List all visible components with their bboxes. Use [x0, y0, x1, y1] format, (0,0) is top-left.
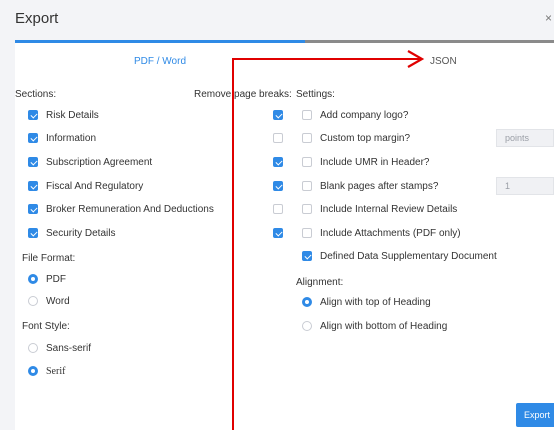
radio-label: Word	[46, 295, 70, 307]
setting-internal-review[interactable]: Include Internal Review Details	[302, 200, 457, 218]
remove-break-checkbox-risk-details[interactable]	[273, 110, 283, 120]
section-label: Subscription Agreement	[46, 156, 153, 168]
radio-button[interactable]	[28, 296, 38, 306]
setting-blank-pages[interactable]: Blank pages after stamps?	[302, 177, 438, 195]
tab-json-label: JSON	[430, 56, 457, 67]
alignment-option-bottom[interactable]: Align with bottom of Heading	[302, 317, 447, 335]
setting-include-umr[interactable]: Include UMR in Header?	[302, 153, 430, 171]
radio-label: Align with bottom of Heading	[320, 320, 448, 332]
dialog-title: Export	[15, 10, 59, 27]
section-security-details[interactable]: Security Details	[28, 224, 115, 242]
setting-label: Custom top margin?	[320, 132, 411, 144]
remove-break-checkbox-security-details[interactable]	[273, 228, 283, 238]
setting-label: Add company logo?	[320, 109, 409, 121]
section-checkbox[interactable]	[28, 133, 38, 143]
font-style-option-serif[interactable]: Serif	[28, 362, 65, 380]
radio-button[interactable]	[28, 366, 38, 376]
file-format-option-pdf[interactable]: PDF	[28, 270, 66, 288]
radio-label: Align with top of Heading	[320, 296, 431, 308]
section-checkbox[interactable]	[28, 181, 38, 191]
section-checkbox[interactable]	[28, 228, 38, 238]
export-button[interactable]: Export	[516, 403, 554, 427]
section-checkbox[interactable]	[28, 110, 38, 120]
remove-page-breaks-heading: Remove page breaks:	[194, 89, 292, 100]
radio-label: Serif	[46, 365, 66, 377]
setting-include-attachments[interactable]: Include Attachments (PDF only)	[302, 224, 461, 242]
setting-checkbox[interactable]	[302, 110, 312, 120]
section-checkbox[interactable]	[28, 157, 38, 167]
remove-break-checkbox-broker-remuneration[interactable]	[273, 204, 283, 214]
tab-pdf-word[interactable]: PDF / Word	[15, 40, 305, 82]
setting-add-company-logo[interactable]: Add company logo?	[302, 106, 408, 124]
radio-button[interactable]	[302, 297, 312, 307]
blank-pages-input[interactable]: 1	[496, 177, 554, 195]
section-risk-details[interactable]: Risk Details	[28, 106, 99, 124]
section-label: Fiscal And Regulatory	[46, 180, 144, 192]
file-format-heading: File Format:	[22, 253, 76, 264]
font-style-heading: Font Style:	[22, 321, 70, 332]
remove-break-checkbox-information[interactable]	[273, 133, 283, 143]
radio-button[interactable]	[28, 274, 38, 284]
section-fiscal-and-regulatory[interactable]: Fiscal And Regulatory	[28, 177, 143, 195]
section-label: Information	[46, 132, 97, 144]
section-subscription-agreement[interactable]: Subscription Agreement	[28, 153, 152, 171]
file-format-option-word[interactable]: Word	[28, 292, 70, 310]
setting-label: Blank pages after stamps?	[320, 180, 439, 192]
setting-checkbox[interactable]	[302, 133, 312, 143]
section-checkbox[interactable]	[28, 204, 38, 214]
setting-label: Include UMR in Header?	[320, 156, 430, 168]
settings-heading: Settings:	[296, 89, 335, 100]
setting-custom-top-margin[interactable]: Custom top margin?	[302, 129, 410, 147]
section-label: Risk Details	[46, 109, 99, 121]
radio-button[interactable]	[302, 321, 312, 331]
setting-checkbox[interactable]	[302, 181, 312, 191]
alignment-option-top[interactable]: Align with top of Heading	[302, 293, 431, 311]
setting-label: Include Attachments (PDF only)	[320, 227, 461, 239]
remove-break-checkbox-fiscal-and-regulatory[interactable]	[273, 181, 283, 191]
tab-json[interactable]: JSON	[305, 40, 554, 82]
radio-label: Sans-serif	[46, 342, 92, 354]
section-label: Security Details	[46, 227, 116, 239]
section-label: Broker Remuneration And Deductions	[46, 203, 214, 215]
radio-label: PDF	[46, 273, 66, 285]
close-icon[interactable]: ×	[545, 11, 552, 25]
dialog-header: Export ×	[0, 0, 554, 40]
setting-checkbox[interactable]	[302, 251, 312, 261]
setting-defined-data-supplementary[interactable]: Defined Data Supplementary Document	[302, 247, 497, 265]
setting-checkbox[interactable]	[302, 204, 312, 214]
section-broker-remuneration[interactable]: Broker Remuneration And Deductions	[28, 200, 214, 218]
setting-label: Include Internal Review Details	[320, 203, 458, 215]
tab-bar: PDF / Word JSON	[15, 40, 554, 82]
radio-button[interactable]	[28, 343, 38, 353]
remove-break-checkbox-subscription-agreement[interactable]	[273, 157, 283, 167]
sections-heading: Sections:	[15, 89, 57, 100]
section-information[interactable]: Information	[28, 129, 96, 147]
font-style-option-sans-serif[interactable]: Sans-serif	[28, 339, 91, 357]
setting-checkbox[interactable]	[302, 157, 312, 167]
setting-label: Defined Data Supplementary Document	[320, 250, 497, 262]
setting-checkbox[interactable]	[302, 228, 312, 238]
top-margin-input[interactable]: points	[496, 129, 554, 147]
alignment-heading: Alignment:	[296, 277, 344, 288]
